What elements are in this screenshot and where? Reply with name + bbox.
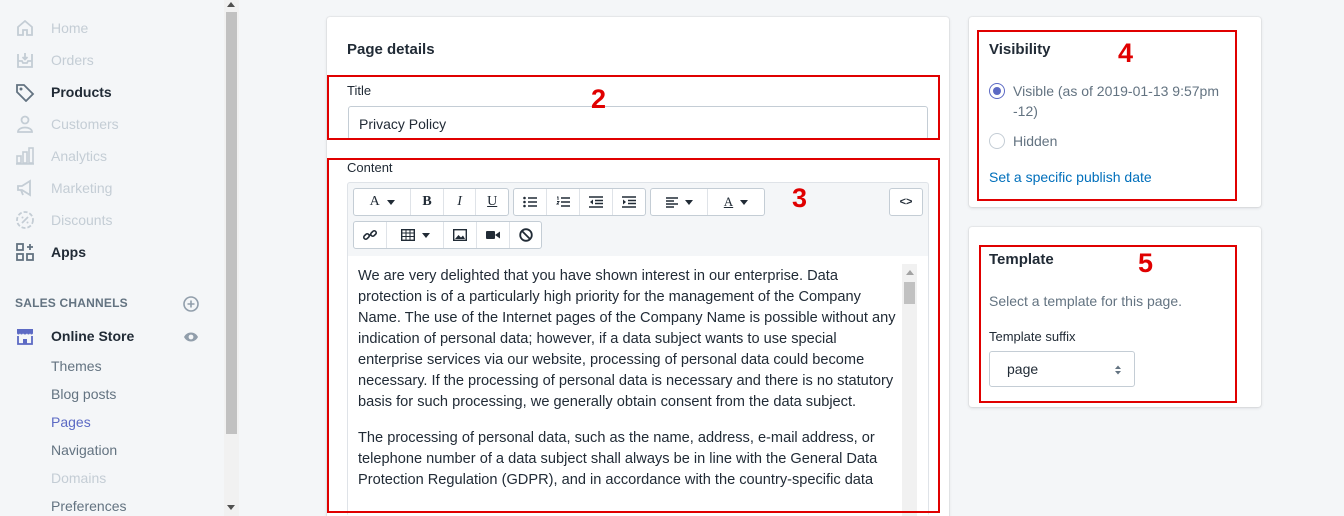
sidebar-item-marketing[interactable]: Marketing [14,172,112,204]
sidebar-item-home[interactable]: Home [14,12,88,44]
sidebar-scroll-thumb[interactable] [226,12,237,434]
sidebar-item-analytics[interactable]: Analytics [14,140,107,172]
discount-icon [14,209,36,231]
sidebar-subitem-navigation[interactable]: Navigation [51,442,117,458]
store-icon [14,325,36,347]
sidebar-item-label: Marketing [51,180,113,196]
apps-icon [14,241,36,263]
sidebar: Home Orders Products Customers Analytics… [0,0,224,516]
orders-icon [14,49,36,71]
annotation-number: 5 [1138,248,1154,278]
eye-icon[interactable] [183,330,199,342]
annotation-number: 2 [591,84,607,114]
sidebar-item-label: Apps [51,244,86,260]
megaphone-icon [14,177,36,199]
sidebar-item-label: Orders [51,52,94,68]
add-channel-icon[interactable] [183,296,199,312]
sidebar-subitem-domains[interactable]: Domains [51,470,106,486]
sidebar-item-label: Analytics [51,148,108,164]
sidebar-subitem-themes[interactable]: Themes [51,358,102,374]
scroll-up-arrow-icon[interactable] [227,2,235,7]
sidebar-item-online-store[interactable]: Online Store [14,320,134,352]
sidebar-item-label: Discounts [51,212,113,228]
annotation-box-template [979,245,1237,403]
annotation-box-title [327,75,940,140]
sidebar-subitem-blog-posts[interactable]: Blog posts [51,386,116,402]
sidebar-subitem-pages[interactable]: Pages [51,414,91,430]
analytics-icon [14,145,36,167]
sidebar-item-label: Customers [51,116,119,132]
sidebar-item-label: Products [51,84,112,100]
sidebar-item-orders[interactable]: Orders [14,44,94,76]
sidebar-item-label: Online Store [51,328,135,344]
sales-channels-title: SALES CHANNELS [15,296,128,310]
sidebar-item-discounts[interactable]: Discounts [14,204,112,236]
annotation-number: 3 [792,183,808,213]
sidebar-item-customers[interactable]: Customers [14,108,119,140]
user-icon [14,113,36,135]
tag-icon [14,81,36,103]
sidebar-item-products[interactable]: Products [14,76,112,108]
page-details-title: Page details [347,41,435,58]
sidebar-item-apps[interactable]: Apps [14,236,86,268]
annotation-number: 4 [1118,38,1134,68]
sidebar-item-label: Home [51,20,89,36]
annotation-box-visibility [977,30,1237,201]
annotation-box-content [327,158,940,513]
sidebar-subitem-preferences[interactable]: Preferences [51,498,126,514]
home-icon [14,17,36,39]
scroll-down-arrow-icon[interactable] [227,505,235,510]
